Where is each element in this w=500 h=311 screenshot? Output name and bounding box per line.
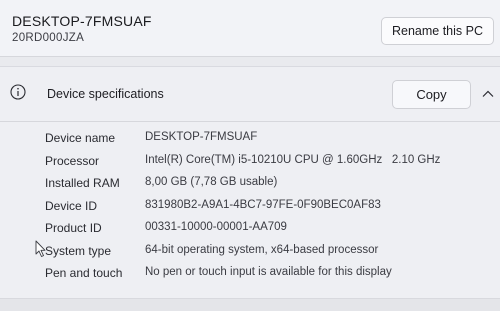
section-title: Device specifications <box>47 87 164 101</box>
spec-row-system-type: System type 64-bit operating system, x64… <box>0 242 500 265</box>
copy-button[interactable]: Copy <box>392 80 471 109</box>
rename-pc-button[interactable]: Rename this PC <box>381 17 494 45</box>
spec-row-device-name: Device name DESKTOP-7FMSUAF <box>0 129 500 152</box>
spec-label: Device ID <box>45 198 98 213</box>
device-name-title: DESKTOP-7FMSUAF <box>12 13 152 29</box>
spec-value: 8,00 GB (7,78 GB usable) <box>145 176 278 188</box>
device-specifications-header[interactable]: Device specifications Copy <box>0 67 500 122</box>
next-section-edge <box>0 298 500 311</box>
spec-value: 831980B2-A9A1-4BC7-97FE-0F90BEC0AF83 <box>145 198 381 211</box>
spec-value: Intel(R) Core(TM) i5-10210U CPU @ 1.60GH… <box>145 153 441 166</box>
spec-label: System type <box>45 243 112 258</box>
spec-row-pen-and-touch: Pen and touch No pen or touch input is a… <box>0 264 500 287</box>
spec-value: 64-bit operating system, x64-based proce… <box>145 243 379 256</box>
spec-label: Product ID <box>45 221 102 235</box>
device-model: 20RD000JZA <box>12 32 85 44</box>
spec-label: Device name <box>45 131 116 145</box>
spec-label: Installed RAM <box>45 176 120 190</box>
spec-row-product-id: Product ID 00331-10000-00001-AA709 <box>0 219 500 242</box>
mouse-cursor-icon <box>35 240 46 257</box>
spec-row-device-id: Device ID 831980B2-A9A1-4BC7-97FE-0F90BE… <box>0 197 500 220</box>
spec-list: Device name DESKTOP-7FMSUAF Processor In… <box>0 129 500 287</box>
spec-row-processor: Processor Intel(R) Core(TM) i5-10210U CP… <box>0 152 500 175</box>
spec-row-installed-ram: Installed RAM 8,00 GB (7,78 GB usable) <box>0 174 500 197</box>
spec-value: No pen or touch input is available for t… <box>145 266 392 278</box>
info-icon <box>10 84 26 100</box>
spec-value: 00331-10000-00001-AA709 <box>145 221 287 233</box>
spec-label: Pen and touch <box>45 266 123 280</box>
device-specifications-section: Device specifications Copy Device name D… <box>0 66 500 299</box>
spec-value: DESKTOP-7FMSUAF <box>145 131 258 143</box>
device-header: DESKTOP-7FMSUAF 20RD000JZA Rename this P… <box>0 0 500 57</box>
chevron-up-icon[interactable] <box>481 87 495 101</box>
spec-label: Processor <box>45 153 100 168</box>
